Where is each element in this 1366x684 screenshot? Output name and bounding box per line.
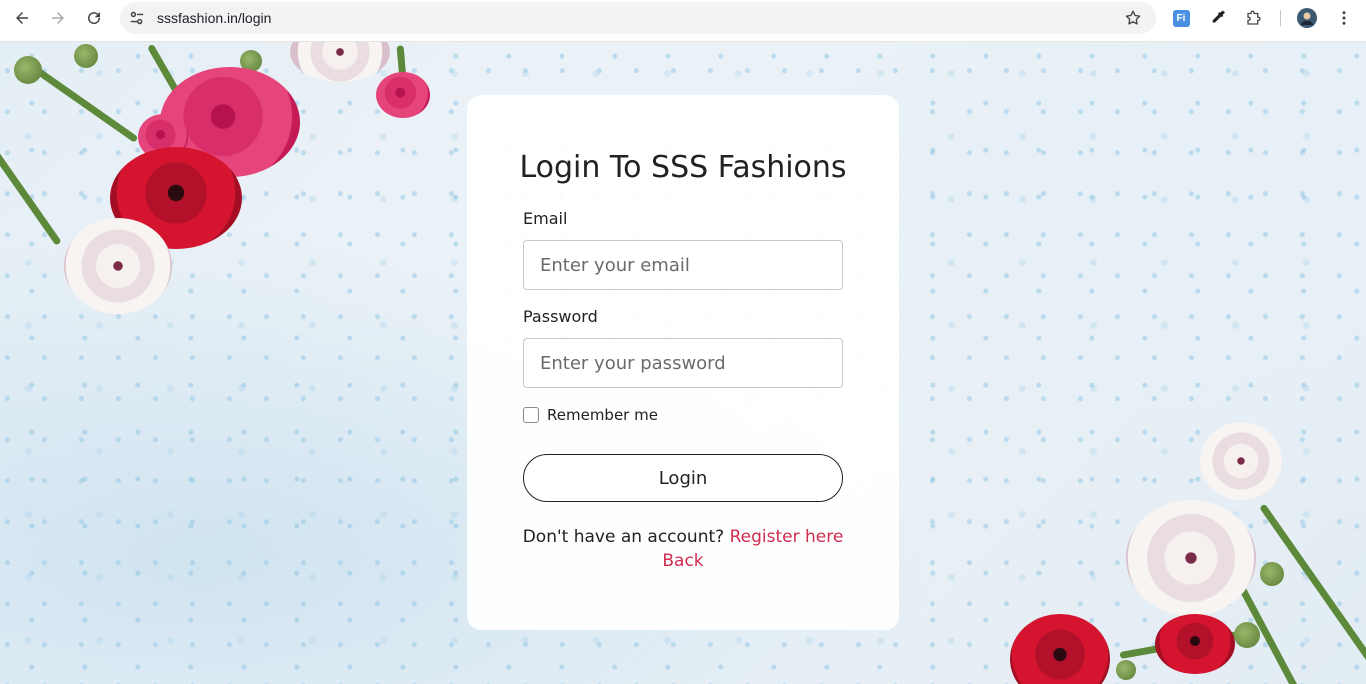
login-page-background: Login To SSS Fashions Email Password Rem… xyxy=(0,42,1366,684)
forward-button[interactable] xyxy=(43,5,73,31)
extensions-puzzle-icon[interactable] xyxy=(1244,8,1264,28)
bookmark-star-icon[interactable] xyxy=(1124,9,1142,27)
back-arrow-icon xyxy=(16,12,28,24)
flower-stem xyxy=(0,143,62,246)
flower-bud xyxy=(74,44,98,68)
white-ranunculus-flower xyxy=(1200,422,1282,500)
red-ranunculus-flower xyxy=(1155,614,1235,674)
flower-stem xyxy=(27,62,139,143)
login-card: Login To SSS Fashions Email Password Rem… xyxy=(467,95,899,630)
no-account-text: Don't have an account? xyxy=(522,527,725,547)
extension-fi-icon[interactable]: Fi xyxy=(1171,8,1191,28)
eyedropper-icon[interactable] xyxy=(1208,8,1228,28)
back-button[interactable] xyxy=(7,5,37,31)
reload-button[interactable] xyxy=(79,5,109,31)
flower-bud xyxy=(1234,622,1260,648)
remember-me-label[interactable]: Remember me xyxy=(547,406,658,424)
browser-toolbar: sssfashion.in/login Fi xyxy=(0,0,1366,42)
red-ranunculus-flower xyxy=(1010,614,1110,684)
flower-bud xyxy=(1260,562,1284,586)
pink-bud-flower xyxy=(376,72,430,118)
email-label: Email xyxy=(523,209,568,228)
toolbar-divider xyxy=(1280,10,1281,26)
reload-icon xyxy=(88,12,101,25)
white-ranunculus-flower xyxy=(290,42,390,82)
back-link-row: Back xyxy=(467,551,899,571)
flower-bud xyxy=(14,56,42,84)
address-bar[interactable]: sssfashion.in/login xyxy=(120,2,1156,34)
register-link[interactable]: Register here xyxy=(730,527,844,547)
password-field[interactable] xyxy=(523,338,843,388)
remember-me-row: Remember me xyxy=(523,406,658,424)
forward-arrow-icon xyxy=(52,12,64,24)
register-prompt: Don't have an account? Register here xyxy=(467,527,899,547)
back-link[interactable]: Back xyxy=(662,551,703,571)
site-settings-icon[interactable] xyxy=(128,9,146,27)
white-ranunculus-flower xyxy=(64,218,172,314)
profile-avatar-icon[interactable] xyxy=(1297,8,1317,28)
email-field[interactable] xyxy=(523,240,843,290)
password-label: Password xyxy=(523,307,598,326)
url-text[interactable]: sssfashion.in/login xyxy=(157,10,271,26)
remember-me-checkbox[interactable] xyxy=(523,407,539,423)
more-vert-icon[interactable] xyxy=(1334,8,1354,28)
white-ranunculus-flower xyxy=(1126,500,1256,616)
page-title: Login To SSS Fashions xyxy=(519,150,847,185)
extension-fi-badge: Fi xyxy=(1172,9,1190,27)
login-button[interactable]: Login xyxy=(523,454,843,502)
flower-bud xyxy=(1116,660,1136,680)
